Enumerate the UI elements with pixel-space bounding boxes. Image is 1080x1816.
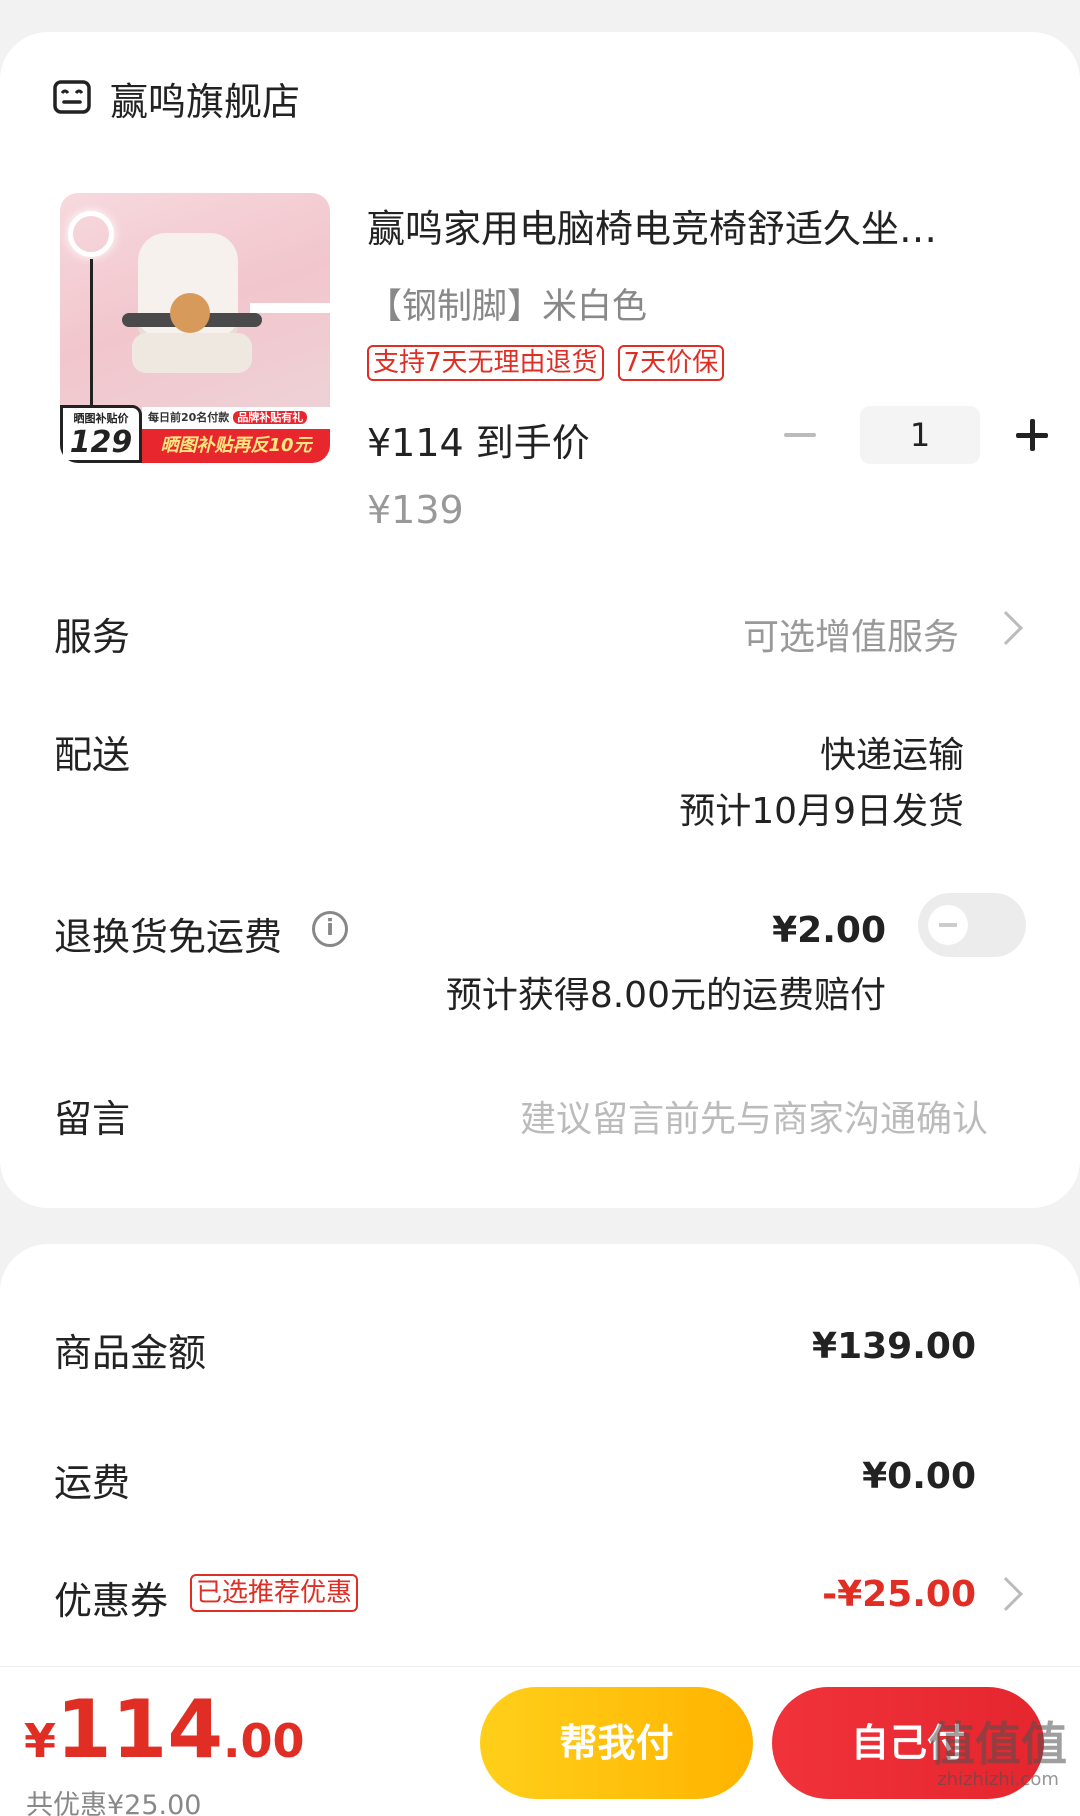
help-pay-button[interactable]: 帮我付 (480, 1687, 753, 1799)
total-savings: 共优惠¥25.00 (26, 1790, 202, 1816)
total-decimal: .00 (223, 1714, 305, 1768)
shop-header[interactable]: 赢鸣旗舰店 (52, 70, 300, 126)
coupon-tag: 已选推荐优惠 (190, 1574, 359, 1612)
watermark-logo: 值值值 (929, 1717, 1067, 1771)
return-shipping-note: 预计获得8.00元的运费赔付 (445, 975, 886, 1016)
return-shipping-label: 退换货免运费 (54, 915, 283, 959)
product-tags: 支持7天无理由退货 7天价保 (367, 345, 725, 381)
return-shipping-price: ¥2.00 (772, 910, 886, 951)
bear-pillow (170, 293, 210, 333)
shipping-fee-label: 运费 (54, 1461, 131, 1505)
delivery-method: 快递运输 (819, 735, 964, 776)
watermark: 值值值 zhizhizhi.com (916, 1719, 1080, 1790)
promo-price-box: 晒图补贴价 129 (60, 405, 142, 463)
info-icon[interactable]: i (312, 911, 348, 947)
message-input[interactable]: 建议留言前先与商家沟通确认 (520, 1090, 988, 1142)
total-integer: 114 (56, 1683, 224, 1776)
delivery-eta: 预计10月9日发货 (679, 791, 964, 832)
promo-small-label: 晒图补贴价 (73, 412, 129, 425)
chair-seat (132, 333, 252, 373)
service-value[interactable]: 可选增值服务 (743, 608, 959, 660)
goods-amount-label: 商品金额 (54, 1331, 207, 1375)
minus-icon[interactable] (778, 413, 822, 457)
product-image[interactable]: 每日前20名付款 品牌补贴有礼 晒图补贴价 129 晒图补贴再反10元 (60, 193, 330, 463)
quantity-stepper: 1 (778, 404, 1054, 466)
goods-amount-value: ¥139.00 (812, 1326, 976, 1367)
promo-main: 晒图补贴再反10元 (142, 429, 330, 463)
total-currency: ¥ (24, 1714, 57, 1768)
promo-number: 129 (69, 425, 133, 460)
desk (250, 303, 330, 313)
shop-name: 赢鸣旗舰店 (110, 79, 301, 124)
product-title[interactable]: 赢鸣家用电脑椅电竞椅舒适久坐… (367, 198, 1007, 253)
watermark-url: zhizhizhi.com (937, 1769, 1059, 1790)
tripod (90, 259, 93, 409)
ring-light (68, 211, 114, 257)
message-label: 留言 (54, 1097, 131, 1141)
product-spec[interactable]: 【钢制脚】米白色 (367, 278, 647, 329)
coupon-label: 优惠券 (54, 1579, 169, 1623)
quantity-input[interactable]: 1 (860, 406, 980, 464)
tag-price-protect: 7天价保 (617, 345, 725, 381)
delivery-label: 配送 (54, 733, 131, 777)
final-price: ¥114 到手价 (367, 421, 590, 465)
plus-icon[interactable] (1010, 413, 1054, 457)
shop-icon (53, 80, 91, 114)
original-price: ¥139 (367, 488, 464, 532)
shipping-fee-value: ¥0.00 (862, 1456, 976, 1497)
tag-no-reason-return: 支持7天无理由退货 (367, 345, 604, 381)
coupon-value[interactable]: -¥25.00 (822, 1574, 976, 1615)
promo-top: 每日前20名付款 品牌补贴有礼 (142, 407, 330, 429)
return-shipping-toggle[interactable] (918, 893, 1026, 957)
checkout-bar: ¥114.00 共优惠¥25.00 帮我付 自己付 值值值 zhizhizhi.… (0, 1666, 1080, 1816)
total-price: ¥114.00 (24, 1683, 305, 1776)
toggle-knob (928, 905, 968, 945)
service-label: 服务 (54, 615, 131, 659)
